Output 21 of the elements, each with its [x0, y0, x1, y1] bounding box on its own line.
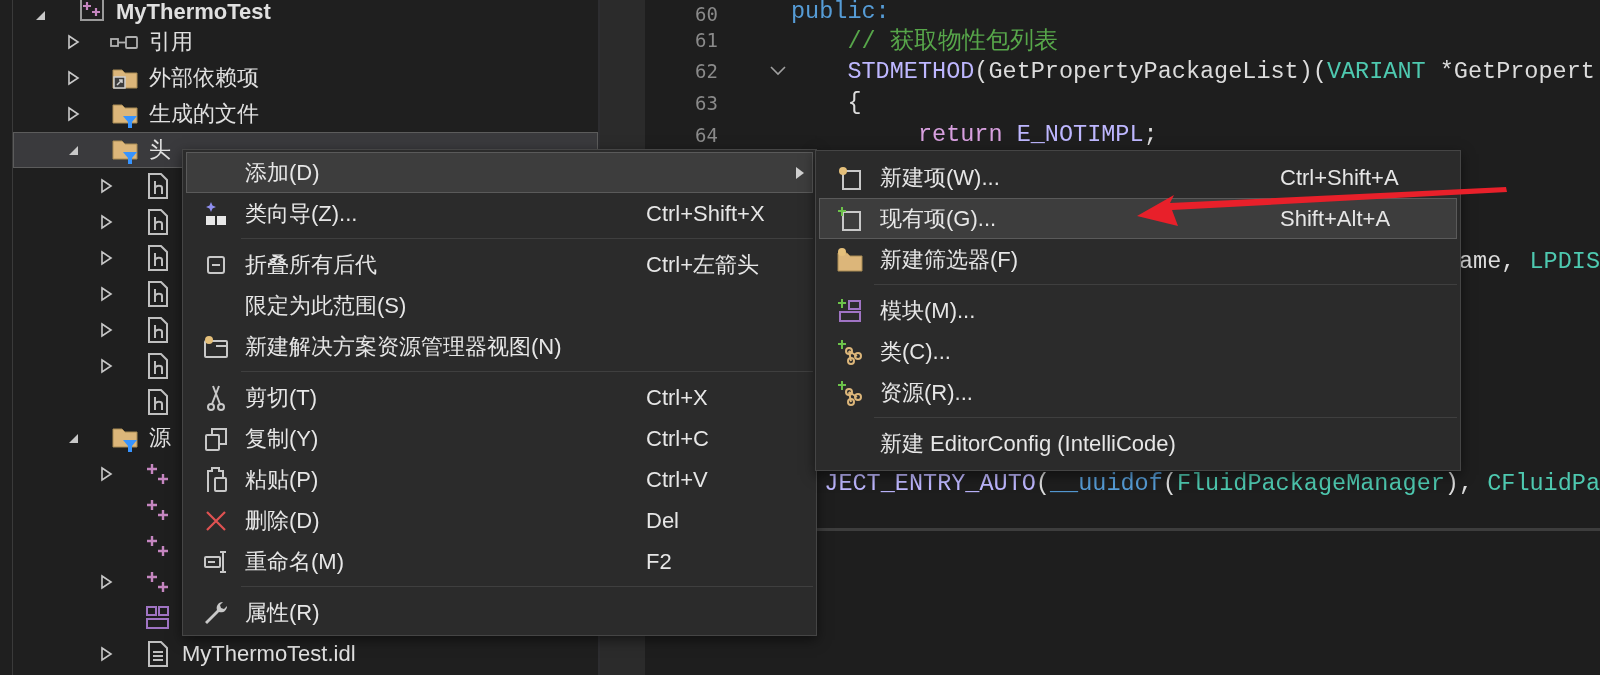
line-number: 64	[695, 123, 719, 146]
line-number: 61	[695, 28, 719, 51]
shortcut-text: Ctrl+Shift+X	[646, 200, 766, 227]
shortcut-text: F2	[646, 548, 673, 575]
code-line: {	[846, 89, 862, 117]
shortcut-text: Shift+Alt+A	[1280, 205, 1392, 232]
shortcut-text: Ctrl+C	[646, 425, 710, 452]
line-number: 63	[695, 91, 719, 114]
code-line: return E_NOTIMPL;	[916, 121, 1158, 149]
shortcut-text: Ctrl+Shift+A	[1280, 164, 1400, 191]
code-line: JECT_ENTRY_AUTO(__uuidof(FluidPackageManager), CFluidPa	[824, 469, 1600, 497]
code-line: public:	[791, 0, 890, 24]
code-line: // 获取物性包列表	[846, 26, 1058, 56]
shortcut-text: Ctrl+X	[646, 384, 709, 411]
shortcut-text: Ctrl+左箭头	[646, 250, 761, 279]
line-number: 62	[695, 60, 719, 83]
code-line: STDMETHOD(GetPropertyPackageList)(VARIANT *GetPropert	[846, 57, 1595, 85]
shortcut-text: Ctrl+V	[646, 466, 709, 493]
shortcut-text: Del	[646, 507, 680, 534]
code-line: ame, LPDIS	[1458, 247, 1600, 275]
line-number: 60	[695, 4, 719, 24]
